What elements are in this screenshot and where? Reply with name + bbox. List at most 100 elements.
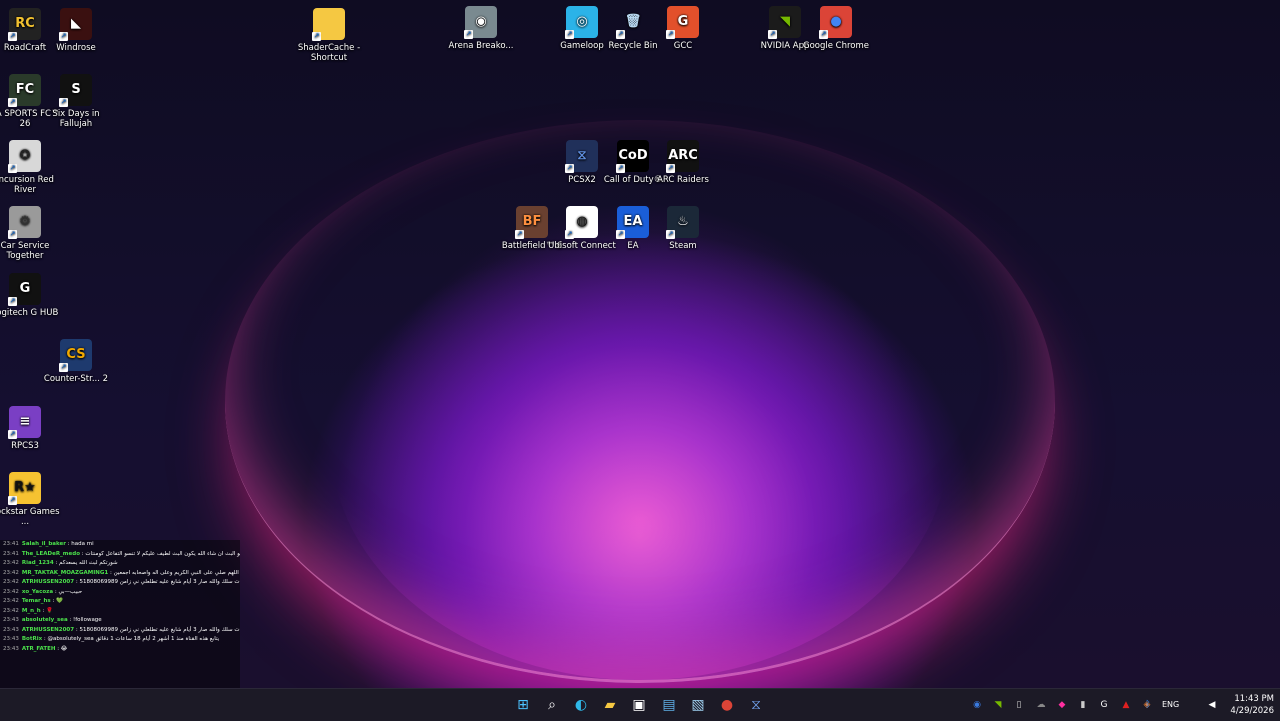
desktop-icon-label: Incursion Red River bbox=[0, 175, 54, 195]
gcc-glyph: G bbox=[677, 14, 689, 29]
steam-glyph: ♨ bbox=[677, 214, 689, 229]
taskbar-store-icon[interactable]: ▣ bbox=[628, 694, 650, 716]
chat-timestamp: 23:42 bbox=[3, 569, 19, 576]
chat-timestamp: 23:42 bbox=[3, 579, 19, 585]
desktop-icon-arcraiders[interactable]: ARC ↗ ARC Raiders bbox=[648, 140, 718, 185]
incursion-icon: ✪ ↗ bbox=[8, 140, 41, 173]
chat-message: 23:42ATRHUSSEN2007 : زين الطيلي شدات سلك… bbox=[0, 578, 240, 588]
desktop-icon-label: Counter-Str... 2 bbox=[43, 374, 109, 384]
language-indicator[interactable]: ENG bbox=[1162, 700, 1179, 709]
chat-timestamp: 23:43 bbox=[3, 626, 19, 633]
desktop-icon-rockstar[interactable]: R★↗Rockstar Games ... bbox=[0, 472, 60, 527]
tray-usb-icon[interactable]: ▯ bbox=[1013, 699, 1025, 711]
chat-text: اللهم صلي على النبي الكريم وعلى اله واصح… bbox=[113, 569, 239, 576]
nvidia-glyph: ◥ bbox=[780, 14, 790, 29]
shortcut-arrow-icon: ↗ bbox=[8, 297, 17, 306]
tray-2-icon[interactable]: ◆ bbox=[1056, 699, 1068, 711]
desktop-icon-carservice[interactable]: ⚙ ↗ Car Service Together bbox=[0, 206, 60, 261]
taskbar-photos-icon[interactable]: ▤ bbox=[658, 694, 680, 716]
carservice-icon: ⚙ ↗ bbox=[8, 206, 41, 239]
rockstar-icon: R★ ↗ bbox=[8, 472, 41, 505]
shortcut-arrow-icon: ↗ bbox=[768, 30, 777, 39]
shadercache-icon: ↗ bbox=[312, 8, 345, 41]
chat-username: ATRHUSSEN2007 bbox=[21, 626, 75, 633]
desktop-icon-shadercache[interactable]: ↗ ShaderCache - Shortcut bbox=[294, 8, 364, 63]
desktop-icon-cs2[interactable]: CS ↗ Counter-Str... 2 bbox=[41, 339, 111, 384]
tray-nvidia-icon[interactable]: ◥ bbox=[992, 699, 1004, 711]
nvidia-icon: ◥ ↗ bbox=[768, 6, 801, 39]
desktop-icon-gcc[interactable]: G ↗ GCC bbox=[648, 6, 718, 51]
ubisoft-icon: ◍ ↗ bbox=[565, 206, 598, 239]
shortcut-arrow-icon: ↗ bbox=[59, 363, 68, 372]
desktop-icon-label: Arena Breako... bbox=[448, 41, 514, 51]
taskbar-snip-icon[interactable]: ▧ bbox=[687, 694, 709, 716]
shortcut-arrow-icon: ↗ bbox=[565, 230, 574, 239]
chat-timestamp: 23:43 bbox=[3, 617, 19, 623]
desktop-icon-label: Six Days in Fallujah bbox=[52, 109, 100, 129]
shortcut-arrow-icon: ↗ bbox=[666, 30, 675, 39]
chat-message: 23:42 M_n_h : 🌹 bbox=[0, 607, 240, 617]
desktop-icon-windrose[interactable]: ◣ ↗ Windrose bbox=[41, 8, 111, 53]
incursion-glyph: ✪ bbox=[19, 148, 31, 163]
recyclebin-icon: 🗑 ↗ bbox=[616, 6, 649, 39]
chat-username: Salah_il_baker bbox=[21, 541, 66, 547]
shortcut-arrow-icon: ↗ bbox=[616, 164, 625, 173]
desktop-icon-arena[interactable]: ◉ ↗ Arena Breako... bbox=[446, 6, 516, 51]
desktop-icon-sixdays[interactable]: S ↗ Six Days in Fallujah bbox=[41, 74, 111, 129]
chat-timestamp: 23:42 bbox=[3, 560, 19, 566]
tray-1-icon[interactable]: ◉ bbox=[971, 699, 983, 711]
taskbar-edge-icon[interactable]: ◐ bbox=[570, 694, 592, 716]
shortcut-arrow-icon: ↗ bbox=[8, 32, 17, 41]
taskbar-search-icon[interactable]: ⌕ bbox=[541, 694, 563, 716]
arena-glyph: ◉ bbox=[475, 14, 487, 29]
cs2-icon: CS ↗ bbox=[59, 339, 92, 372]
chat-message: 23:43 absolutely_sea : !followage bbox=[0, 616, 240, 626]
tray-cloud-icon[interactable]: ☁ bbox=[1035, 699, 1047, 711]
chat-text: 😂 bbox=[60, 645, 68, 652]
tray-bluetooth-icon[interactable]: ᛒ bbox=[1142, 699, 1154, 711]
chrome-icon: ● ↗ bbox=[819, 6, 852, 39]
chat-username: Temar_hs bbox=[21, 598, 51, 604]
chat-text: @absolutely_sea يتابع هذه القناة منذ 1 أ… bbox=[47, 636, 220, 642]
gameloop-icon: ◎ ↗ bbox=[565, 6, 598, 39]
battlefield-glyph: BF bbox=[522, 214, 542, 229]
desktop-icon-label: Rockstar Games ... bbox=[0, 507, 60, 527]
shortcut-arrow-icon: ↗ bbox=[8, 98, 17, 107]
taskbar-chrome-icon[interactable]: ● bbox=[716, 694, 738, 716]
recyclebin-glyph: 🗑 bbox=[624, 14, 642, 29]
chat-message: 23:41 Salah_il_baker : hada mi bbox=[0, 540, 240, 550]
shortcut-arrow-icon: ↗ bbox=[565, 164, 574, 173]
taskbar-pcsx2-icon[interactable]: ⧖ bbox=[745, 694, 767, 716]
desktop-icon-chrome[interactable]: ● ↗ Google Chrome bbox=[801, 6, 871, 51]
wallpaper-bloom bbox=[225, 120, 1055, 683]
taskbar-explorer-icon[interactable]: ▰ bbox=[599, 694, 621, 716]
desktop-icon-rpcs3[interactable]: ≡ ↗ RPCS3 bbox=[0, 406, 60, 451]
desktop-icon-steam[interactable]: ♨ ↗ Steam bbox=[648, 206, 718, 251]
roadcraft-glyph: RC bbox=[15, 16, 35, 31]
tray-5-icon[interactable]: ◀ bbox=[1206, 699, 1218, 711]
shortcut-arrow-icon: ↗ bbox=[464, 30, 473, 39]
rpcs3-icon: ≡ ↗ bbox=[8, 406, 41, 439]
shortcut-arrow-icon: ↗ bbox=[8, 230, 17, 239]
chat-text: 🌹 bbox=[46, 607, 53, 614]
clock[interactable]: 11:43 PM 4/29/2026 bbox=[1218, 693, 1274, 717]
chat-timestamp: 23:43 bbox=[3, 645, 19, 652]
chat-text: hada mi bbox=[71, 541, 94, 547]
windrose-icon: ◣ ↗ bbox=[59, 8, 92, 41]
desktop-icon-incursion[interactable]: ✪ ↗ Incursion Red River bbox=[0, 140, 60, 195]
chat-message: 23:42 Temar_hs : 💚 bbox=[0, 597, 240, 607]
gameloop-glyph: ◎ bbox=[576, 14, 588, 29]
chat-timestamp: 23:42 bbox=[3, 588, 19, 595]
tray-logitech-icon[interactable]: G bbox=[1098, 699, 1110, 711]
shortcut-arrow-icon: ↗ bbox=[819, 30, 828, 39]
chat-timestamp: 23:41 bbox=[3, 541, 19, 547]
arcraiders-glyph: ARC bbox=[668, 148, 698, 163]
desktop-icon-logitech[interactable]: G↗ Logitech G HUB bbox=[0, 273, 60, 318]
taskbar-start-icon[interactable]: ⊞ bbox=[512, 694, 534, 716]
pcsx2-icon: ⧖ ↗ bbox=[565, 140, 598, 173]
tray-amd-icon[interactable]: ▲ bbox=[1120, 699, 1132, 711]
chat-username: MR_TAKTAK_MOAZGAMING1 bbox=[21, 569, 109, 576]
rockstar-glyph: R★ bbox=[14, 480, 36, 495]
tray-3-icon[interactable]: ▮ bbox=[1077, 699, 1089, 711]
shortcut-arrow-icon: ↗ bbox=[616, 230, 625, 239]
